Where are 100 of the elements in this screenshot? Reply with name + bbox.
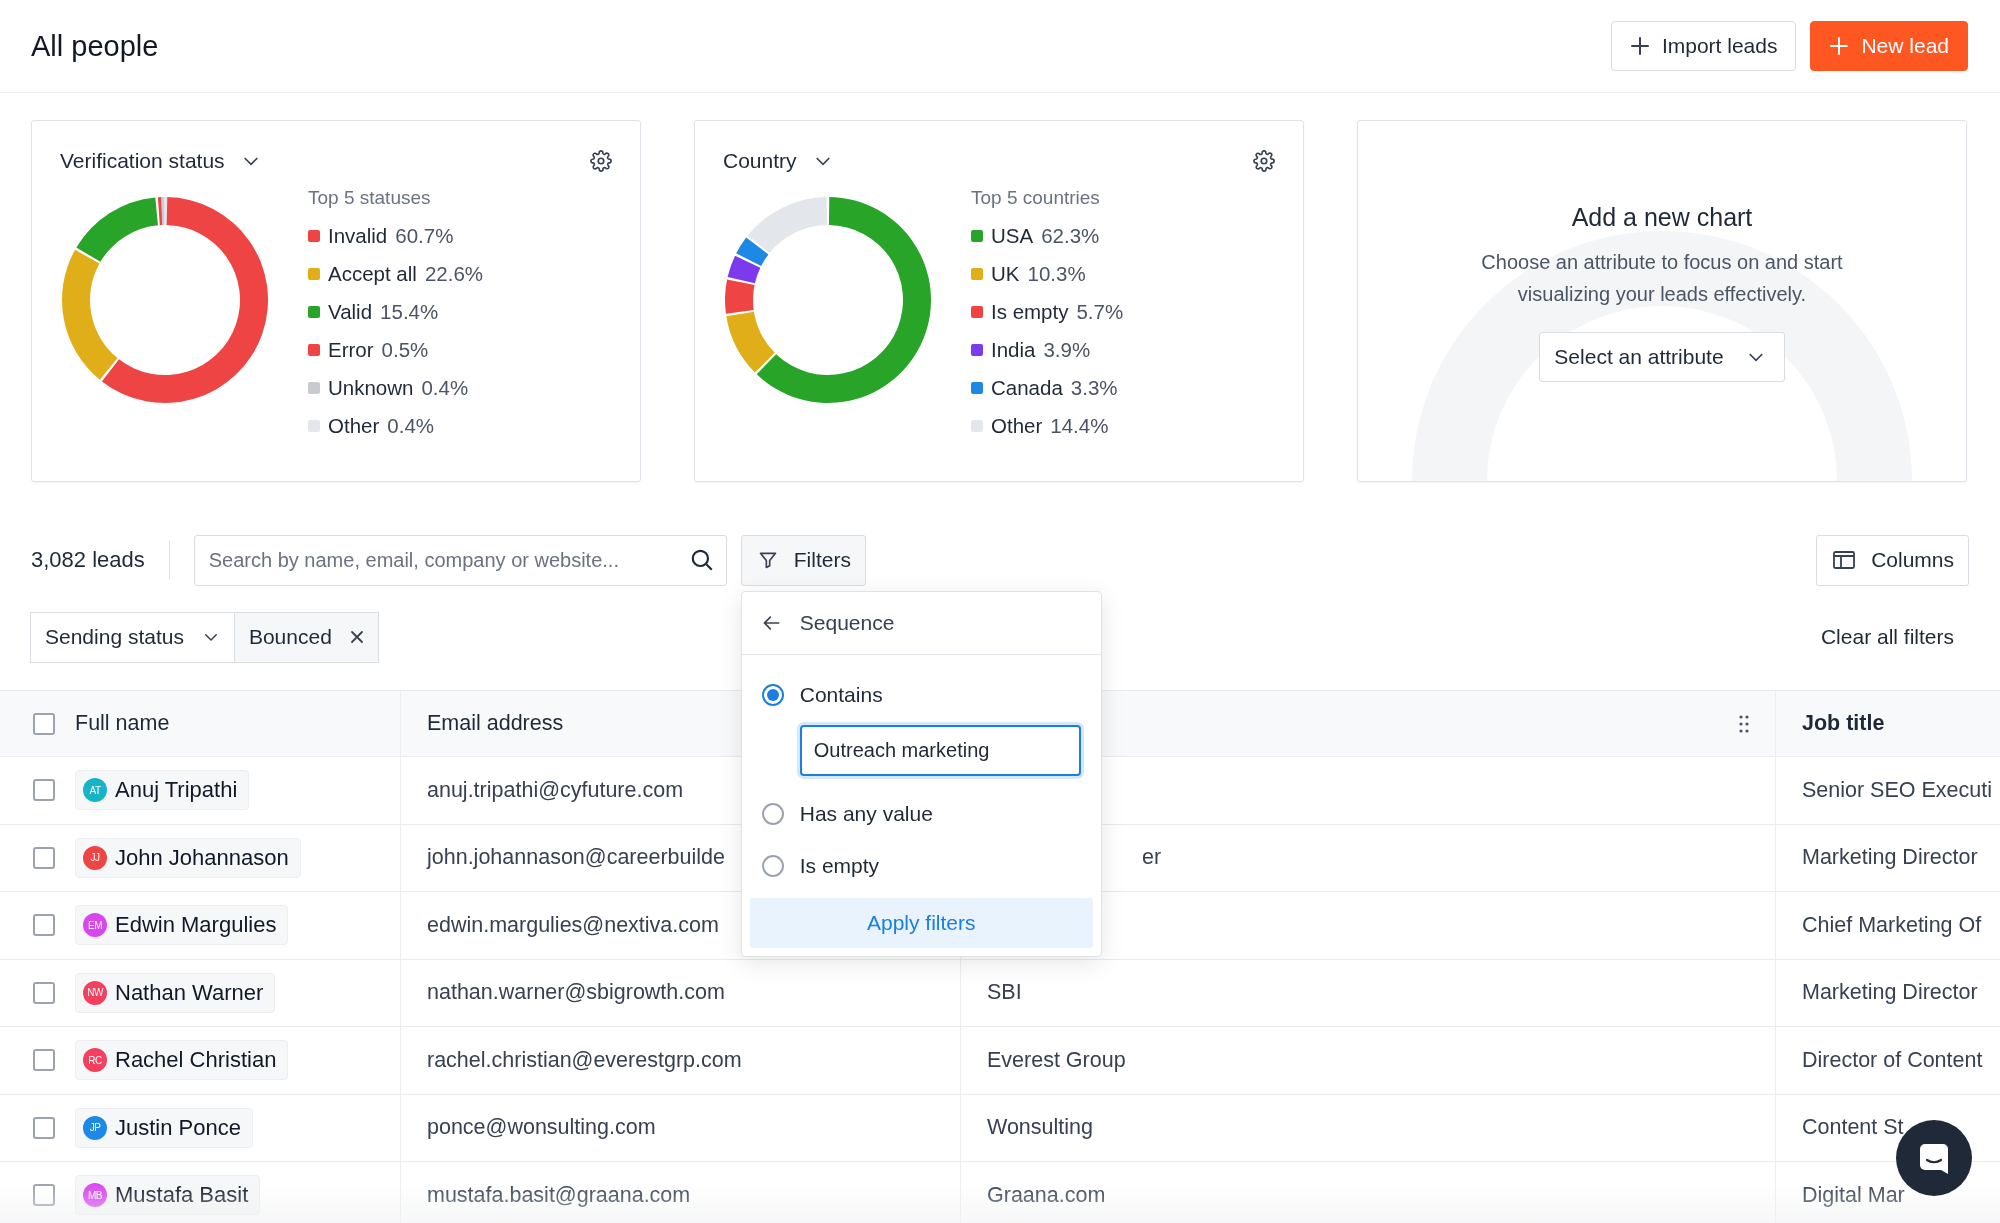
settings-icon[interactable] — [1253, 150, 1275, 172]
attribute-select[interactable]: Select an attribute — [1539, 332, 1785, 382]
checkbox[interactable] — [33, 981, 55, 1004]
legend-label: Error — [328, 337, 374, 362]
email-cell: rachel.christian@everestgrp.com — [427, 1047, 742, 1073]
radio-button[interactable] — [761, 802, 784, 825]
avatar: JP — [83, 1115, 107, 1140]
radio-button[interactable] — [761, 683, 784, 706]
checkbox[interactable] — [33, 1184, 55, 1207]
settings-icon[interactable] — [590, 150, 612, 172]
legend-value: 15.4% — [380, 299, 439, 324]
lead-name-chip[interactable]: RC Rachel Christian — [75, 1040, 289, 1081]
lead-name-chip[interactable]: JP Justin Ponce — [75, 1107, 253, 1148]
job-title-cell: Marketing Director — [1802, 845, 1978, 871]
lead-name-chip[interactable]: JJ John Johannason — [75, 837, 301, 878]
legend-label: Other — [991, 413, 1043, 438]
legend-value: 3.3% — [1070, 375, 1118, 400]
job-title-cell: Marketing Director — [1802, 980, 1978, 1006]
back-button[interactable]: Sequence — [741, 591, 1101, 655]
email-cell: nathan.warner@sbigrowth.com — [427, 980, 725, 1006]
email-cell: anuj.tripathi@cyfuture.com — [427, 777, 684, 803]
legend-label: Other — [328, 413, 380, 438]
company-cell: Graana.com — [987, 1182, 1106, 1208]
search-field[interactable]: Search by name, email, company or website... — [193, 534, 727, 586]
job-title-cell: Senior SEO Executi — [1802, 777, 1992, 803]
legend-value: 14.4% — [1050, 413, 1109, 438]
legend-value: 5.7% — [1076, 299, 1124, 324]
company-cell-text: er — [1141, 845, 1162, 871]
legend-label: Valid — [328, 299, 373, 324]
lead-name: Edwin Margulies — [115, 912, 277, 939]
lead-name: Rachel Christian — [115, 1047, 277, 1074]
checkbox[interactable] — [33, 1049, 55, 1072]
radio-label: Has any value — [799, 801, 933, 826]
legend-value: 0.4% — [387, 413, 434, 438]
filter-value-field[interactable]: Outreach marketing — [799, 724, 1081, 776]
chart-attribute-dropdown[interactable]: Verification status — [60, 149, 261, 173]
close-icon — [349, 630, 364, 644]
job-title-cell: Chief Marketing Of — [1802, 912, 1982, 938]
legend-value: 62.3% — [1041, 223, 1100, 248]
lead-name-chip[interactable]: MB Mustafa Basit — [75, 1175, 261, 1216]
checkbox[interactable] — [33, 1116, 55, 1139]
clear-filters-link[interactable]: Clear all filters — [1820, 625, 1954, 649]
add-chart-title: Add a new chart — [1571, 203, 1753, 232]
filter-field-select[interactable]: Sending status — [30, 611, 235, 663]
legend-label: Unknown — [328, 375, 414, 400]
columns-icon — [1833, 551, 1856, 569]
filters-button[interactable]: Filters — [740, 534, 866, 586]
legend-value: 22.6% — [424, 261, 484, 286]
company-cell: SBI — [987, 980, 1022, 1006]
job-title-cell: Digital Mar — [1802, 1182, 1905, 1208]
filter-icon — [757, 550, 778, 570]
avatar: MB — [83, 1183, 107, 1208]
add-chart-description: Choose an attribute to focus on and start visualizing your leads effectively. — [1480, 250, 1844, 307]
lead-name-chip[interactable]: AT Anuj Tripathi — [75, 770, 250, 811]
lead-name-chip[interactable]: NW Nathan Warner — [75, 972, 276, 1013]
email-cell: edwin.margulies@nextiva.com — [427, 912, 719, 938]
page-title: All people — [31, 29, 159, 63]
radio-label: Is empty — [799, 853, 880, 878]
legend-value: 3.9% — [1043, 337, 1091, 362]
checkbox[interactable] — [33, 712, 55, 735]
lead-name: John Johannason — [115, 844, 289, 871]
legend-value: 60.7% — [395, 223, 454, 248]
legend-value: 0.5% — [381, 337, 429, 362]
filter-value-chip[interactable]: Bounced — [233, 611, 379, 663]
lead-name: Justin Ponce — [115, 1114, 241, 1141]
apply-filters-button[interactable]: Apply filters — [749, 897, 1093, 948]
email-cell: john.johannason@careerbuilde — [427, 845, 725, 871]
columns-button[interactable]: Columns — [1816, 534, 1969, 586]
legend-label: Canada — [991, 375, 1063, 400]
leads-count: 3,082 leads — [31, 540, 170, 580]
legend-value: 10.3% — [1027, 261, 1086, 286]
avatar: RC — [83, 1048, 107, 1073]
plus-icon — [1629, 36, 1650, 56]
checkbox[interactable] — [33, 914, 55, 937]
email-cell: ponce@wonsulting.com — [427, 1115, 656, 1141]
job-title-cell: Content St — [1802, 1115, 1904, 1141]
legend-label: Invalid — [328, 223, 388, 248]
drag-handle-icon[interactable] — [1739, 713, 1749, 734]
radio-button[interactable] — [761, 854, 784, 877]
legend-value: 0.4% — [421, 375, 469, 400]
chat-icon — [1917, 1141, 1951, 1175]
column-header[interactable]: Email address — [427, 711, 564, 736]
company-cell: Everest Group — [987, 1047, 1126, 1073]
legend-label: Is empty — [991, 299, 1069, 324]
legend-label: Accept all — [328, 261, 417, 286]
legend-label: USA — [991, 223, 1034, 248]
checkbox[interactable] — [33, 779, 55, 802]
column-header[interactable]: Job title — [1802, 711, 1885, 736]
avatar: AT — [83, 778, 107, 803]
lead-name-chip[interactable]: EM Edwin Margulies — [75, 905, 289, 946]
plus-icon — [1829, 36, 1850, 56]
lead-name: Nathan Warner — [115, 979, 264, 1006]
legend-label: India — [991, 337, 1036, 362]
legend-title: Top 5 statuses — [308, 187, 432, 209]
import-leads-button[interactable]: Import leads — [1610, 21, 1797, 71]
column-header[interactable]: Full name — [75, 711, 170, 736]
email-cell: mustafa.basit@graana.com — [427, 1182, 691, 1208]
chart-attribute-dropdown[interactable]: Country — [723, 149, 833, 173]
avatar: JJ — [83, 845, 107, 870]
checkbox[interactable] — [33, 846, 55, 869]
